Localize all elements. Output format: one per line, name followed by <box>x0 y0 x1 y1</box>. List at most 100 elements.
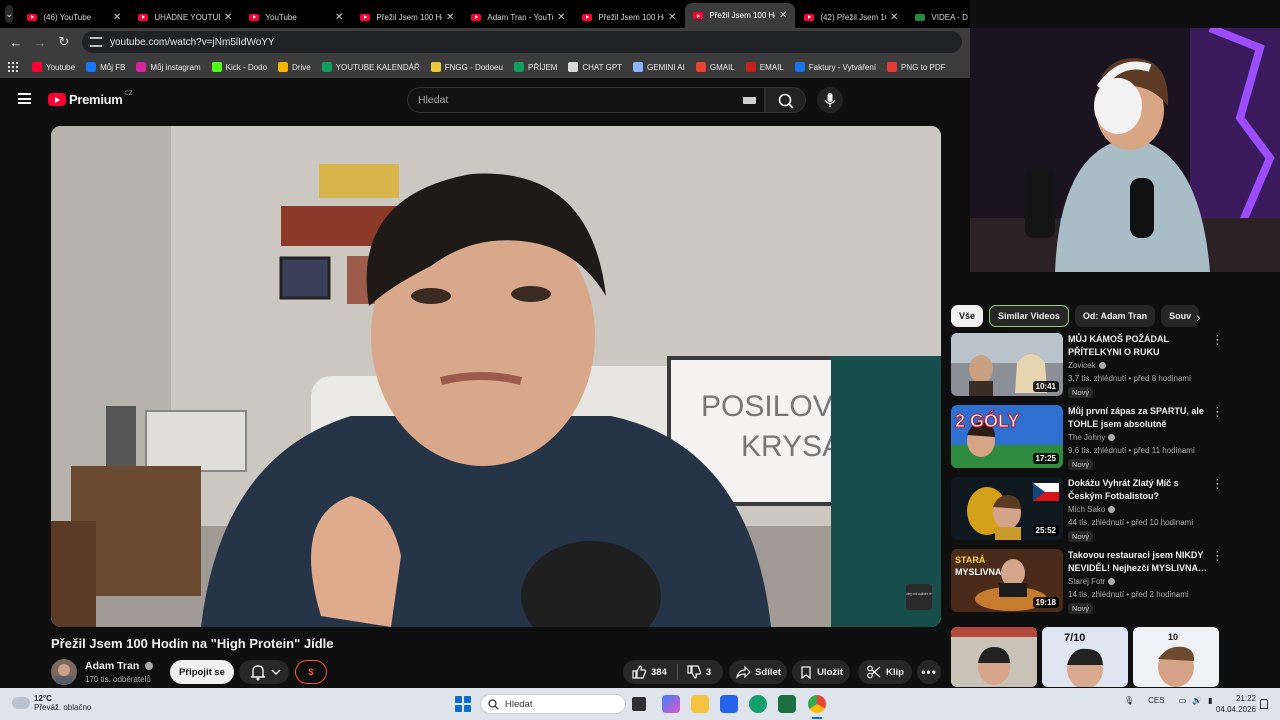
browser-tab[interactable]: VIDEA - D <box>907 6 1017 28</box>
recommended-video[interactable]: STARÁ MYSLIVNA 19:18 Takovou restauraci jse… <box>951 549 1224 615</box>
omnibox[interactable]: youtube.com/watch?v=jNm5lIdWoYY <box>82 31 962 53</box>
short-thumbnail[interactable]: 10 <box>1133 627 1219 687</box>
short-thumbnail[interactable]: 7/10 <box>1042 627 1128 687</box>
notifications-button[interactable] <box>239 660 289 684</box>
save-button[interactable]: Uložit <box>792 660 850 684</box>
browser-tab[interactable]: (42) Přežil Jsem 100 ✕ <box>796 6 906 28</box>
bookmark-item[interactable]: Můj instagram <box>136 62 201 72</box>
language-indicator[interactable]: CES <box>1148 696 1164 705</box>
excel-icon[interactable] <box>778 695 796 713</box>
short-thumbnail[interactable] <box>951 627 1037 687</box>
channel-name[interactable]: Adam Tran <box>85 660 154 672</box>
chevron-right-icon[interactable]: › <box>1196 309 1201 325</box>
recommended-title[interactable]: Můj první zápas za SPARTU, ale TOHLE jse… <box>1068 405 1208 431</box>
close-tab-icon[interactable]: ✕ <box>557 12 565 23</box>
browser-tab[interactable]: Přežil Jsem 100 Hodin ✕ <box>574 6 684 28</box>
chrome-icon[interactable] <box>808 695 826 713</box>
recommended-title[interactable]: MŮJ KÁMOŠ POŽÁDAL PŘÍTELKYNI O RUKU <box>1068 333 1208 359</box>
bookmark-item[interactable]: EMAIL <box>745 62 784 72</box>
browser-tab[interactable]: Přežil Jsem 100 Hodin ✕ <box>685 3 796 28</box>
video-player[interactable]: POSILOVACÍ KRYSA <box>51 126 941 627</box>
browser-tab[interactable]: UHÁDNE YOUTUBERA ✕ <box>130 6 240 28</box>
recommended-video[interactable]: 25:52 Dokážu Vyhrát Zlatý Míč s Českým Fo… <box>951 477 1224 543</box>
channel-avatar[interactable] <box>51 659 77 685</box>
bookmark-item[interactable]: Faktury - Vytváření <box>794 62 876 72</box>
filter-chip[interactable]: Vše <box>951 305 984 327</box>
recommended-title[interactable]: Dokážu Vyhrát Zlatý Míč s Českým Fotbali… <box>1068 477 1208 503</box>
join-button[interactable]: Připojit se <box>170 660 234 684</box>
more-vertical-icon[interactable]: ⋮ <box>1211 549 1224 562</box>
apps-grid-icon[interactable] <box>8 62 18 72</box>
recommended-channel[interactable]: Starej Fotr <box>1068 577 1116 586</box>
search-button[interactable] <box>765 87 806 113</box>
notification-icon[interactable] <box>1260 699 1268 709</box>
channel-watermark[interactable]: dej mi odběr fr <box>906 584 932 610</box>
search-input[interactable]: Hledat <box>407 87 765 113</box>
site-info-icon[interactable] <box>90 37 102 47</box>
close-tab-icon[interactable]: ✕ <box>446 12 454 23</box>
youtube-premium-logo[interactable]: Premium CZ <box>48 91 133 107</box>
close-tab-icon[interactable]: ✕ <box>335 12 343 23</box>
clip-button[interactable]: Klip <box>858 660 912 684</box>
back-button[interactable]: ← <box>4 35 28 50</box>
recommended-channel[interactable]: The Johny <box>1068 433 1116 442</box>
file-explorer-icon[interactable] <box>691 695 709 713</box>
video-thumbnail[interactable]: 25:52 <box>951 477 1063 540</box>
bookmark-item[interactable]: GEMINI AI <box>633 62 685 72</box>
browser-tab[interactable]: YouTube ✕ <box>241 6 351 28</box>
bookmark-item[interactable]: CHAT GPT <box>568 62 622 72</box>
share-button[interactable]: Sdílet <box>729 660 787 684</box>
menu-icon[interactable] <box>18 93 31 104</box>
recommended-channel[interactable]: Zovicek <box>1068 361 1106 370</box>
filter-chip[interactable]: Similar Videos <box>989 305 1069 327</box>
bookmark-item[interactable]: Kick - Dodo <box>211 62 267 72</box>
bookmark-item[interactable]: PŘÍJEM <box>513 62 557 72</box>
weather-widget[interactable]: 12°C Převáž. oblačno <box>9 694 91 712</box>
more-actions-button[interactable]: ••• <box>917 660 941 684</box>
volume-icon[interactable]: 🔊 <box>1192 696 1202 705</box>
more-vertical-icon[interactable]: ⋮ <box>1211 477 1224 490</box>
recommended-title[interactable]: Takovou restauraci jsem NIKDY NEVIDĚL! N… <box>1068 549 1208 575</box>
bookmark-item[interactable]: Drive <box>278 62 311 72</box>
more-vertical-icon[interactable]: ⋮ <box>1211 333 1224 346</box>
dislike-button[interactable]: 3 <box>686 664 711 680</box>
more-vertical-icon[interactable]: ⋮ <box>1211 405 1224 418</box>
outlook-icon[interactable] <box>720 695 738 713</box>
video-thumbnail[interactable]: STARÁ MYSLIVNA 19:18 <box>951 549 1063 612</box>
close-tab-icon[interactable]: ✕ <box>668 12 676 23</box>
microphone-icon[interactable]: 🎙 <box>1124 696 1134 705</box>
recommended-channel[interactable]: Mich Sako <box>1068 505 1116 514</box>
tab-search-button[interactable]: ⌄ <box>5 5 14 23</box>
keyboard-icon[interactable] <box>743 97 756 104</box>
task-view-icon[interactable] <box>632 697 646 711</box>
thanks-button[interactable]: $ <box>295 660 327 684</box>
like-button[interactable]: 384 <box>631 664 677 680</box>
bookmark-item[interactable]: FNGG - Dodoeu <box>430 62 503 72</box>
bookmark-item[interactable]: GMAIL <box>695 62 735 72</box>
filter-chip[interactable]: Od: Adam Tran <box>1074 305 1156 327</box>
video-thumbnail[interactable]: 10:41 <box>951 333 1063 396</box>
browser-tab[interactable]: Adam Tran - YouTube ✕ <box>463 6 573 28</box>
bookmark-item[interactable]: Youtube <box>32 62 75 72</box>
bookmark-item[interactable]: PNG to PDF <box>887 62 946 72</box>
system-clock[interactable]: 21:22 04.04.2026 <box>1204 693 1256 715</box>
copilot-icon[interactable] <box>662 695 680 713</box>
recommended-video[interactable]: 10:41 MŮJ KÁMOŠ POŽÁDAL PŘÍTELKYNI O RUKU… <box>951 333 1224 399</box>
taskbar-search-input[interactable]: Hledat <box>480 694 626 714</box>
browser-tab[interactable]: (46) YouTube ✕ <box>19 6 129 28</box>
close-tab-icon[interactable]: ✕ <box>890 12 898 23</box>
video-thumbnail[interactable]: 2 GÓLY 17:25 <box>951 405 1063 468</box>
edge-icon[interactable] <box>749 695 767 713</box>
bookmark-item[interactable]: YOUTUBE KALENDÁŘ <box>321 62 420 72</box>
close-tab-icon[interactable]: ✕ <box>779 10 787 21</box>
browser-tab[interactable]: Přežil Jsem 100 Hodin ✕ <box>352 6 462 28</box>
windows-start-icon[interactable] <box>455 696 471 712</box>
recommended-video[interactable]: 2 GÓLY 17:25 Můj první zápas za SPARTU, al… <box>951 405 1224 471</box>
filter-chip[interactable]: Souv <box>1161 305 1200 327</box>
close-tab-icon[interactable]: ✕ <box>224 12 232 23</box>
reload-button[interactable]: ↻ <box>52 34 76 50</box>
voice-search-button[interactable] <box>817 87 843 113</box>
close-tab-icon[interactable]: ✕ <box>113 12 121 23</box>
forward-button[interactable]: → <box>28 35 52 50</box>
network-icon[interactable]: ▭ <box>1179 696 1187 705</box>
